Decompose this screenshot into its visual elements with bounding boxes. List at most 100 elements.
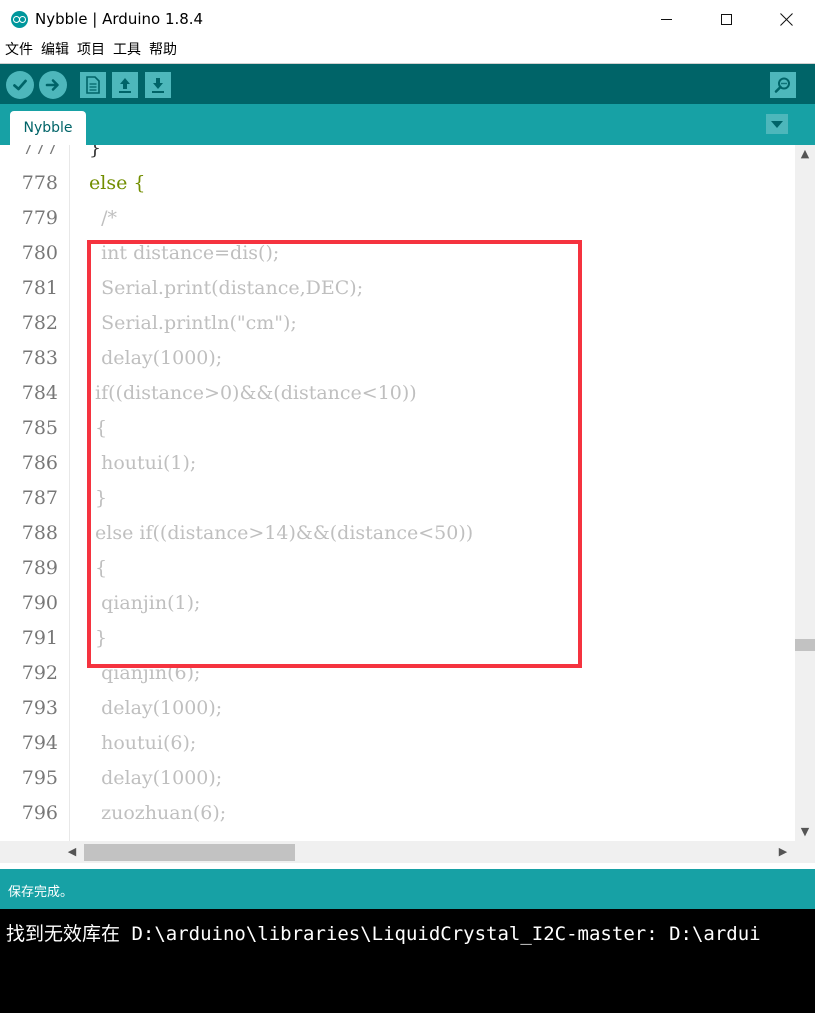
- serial-monitor-icon: [774, 77, 790, 93]
- verify-icon: [13, 79, 27, 91]
- code-text: houtui(6);: [89, 732, 197, 754]
- console-line: 找到无效库在 D:\arduino\libraries\LiquidCrysta…: [6, 923, 761, 945]
- serial-monitor-button[interactable]: [770, 72, 796, 98]
- line-number: 795: [21, 767, 58, 789]
- line-number: 782: [21, 312, 58, 334]
- code-text: qianjin(1);: [89, 592, 201, 614]
- line-number: 781: [21, 277, 58, 299]
- code-line: 792 qianjin(6);: [0, 656, 795, 691]
- code-text: qianjin(6);: [89, 662, 201, 684]
- code-line: 783 delay(1000);: [0, 341, 795, 376]
- scroll-left-icon[interactable]: ◀: [62, 841, 82, 863]
- line-number: 786: [21, 452, 58, 474]
- code-editor[interactable]: 777} 778 else {779 /* 780 int distance=dis(…: [0, 145, 795, 841]
- status-message: 保存完成。: [8, 885, 74, 900]
- menu-edit[interactable]: 编辑: [41, 38, 69, 63]
- save-button[interactable]: [145, 72, 171, 98]
- line-number: 780: [21, 242, 58, 264]
- horizontal-scroll-thumb[interactable]: [84, 844, 295, 861]
- line-number: 777: [21, 145, 58, 159]
- code-text: /*: [89, 207, 117, 229]
- code-text: delay(1000);: [89, 347, 223, 369]
- arduino-logo-icon: [11, 11, 28, 28]
- scroll-up-icon[interactable]: ▲: [795, 145, 815, 163]
- tab-bar: Nybble: [0, 104, 815, 145]
- line-number: 791: [21, 627, 58, 649]
- vertical-scrollbar[interactable]: ▲ ▼: [795, 145, 815, 841]
- code-text: else {: [89, 172, 146, 194]
- code-line: 794 houtui(6);: [0, 726, 795, 761]
- code-text: {: [89, 417, 108, 439]
- scroll-down-icon[interactable]: ▼: [795, 823, 815, 841]
- code-line: 787 }: [0, 481, 795, 516]
- close-button[interactable]: [757, 0, 815, 38]
- line-number: 787: [21, 487, 58, 509]
- code-line: 786 houtui(1);: [0, 446, 795, 481]
- code-line: 784 if((distance>0)&&(distance<10)): [0, 376, 795, 411]
- window-title: Nybble | Arduino 1.8.4: [35, 10, 204, 28]
- chevron-down-icon: [771, 120, 783, 128]
- code-line: 780 int distance=dis();: [0, 236, 795, 271]
- code-line: 790 qianjin(1);: [0, 586, 795, 621]
- console-output[interactable]: 找到无效库在 D:\arduino\libraries\LiquidCrysta…: [0, 909, 815, 1013]
- code-line: 791 }: [0, 621, 795, 656]
- code-text: houtui(1);: [89, 452, 197, 474]
- vertical-scroll-thumb[interactable]: [795, 639, 815, 651]
- code-line: 795 delay(1000);: [0, 761, 795, 796]
- title-bar: Nybble | Arduino 1.8.4: [0, 0, 815, 38]
- maximize-icon: [720, 13, 732, 25]
- code-line: 789 {: [0, 551, 795, 586]
- line-number: 790: [21, 592, 58, 614]
- code-text: {: [89, 557, 108, 579]
- new-icon: [86, 76, 100, 94]
- toolbar: [0, 63, 815, 104]
- menu-sketch[interactable]: 项目: [77, 38, 105, 63]
- verify-button[interactable]: [6, 71, 34, 99]
- code-line: 779 /*: [0, 201, 795, 236]
- line-number: 793: [21, 697, 58, 719]
- code-line: 782 Serial.println("cm");: [0, 306, 795, 341]
- code-text: delay(1000);: [89, 697, 223, 719]
- menu-help[interactable]: 帮助: [149, 38, 177, 63]
- maximize-button[interactable]: [697, 0, 755, 38]
- close-icon: [780, 13, 793, 26]
- open-button[interactable]: [112, 72, 138, 98]
- code-text: Serial.print(distance,DEC);: [89, 277, 364, 299]
- code-text: else if((distance>14)&&(distance<50)): [89, 522, 474, 544]
- save-icon: [152, 78, 164, 93]
- minimize-icon: [660, 18, 672, 20]
- minimize-button[interactable]: [637, 0, 695, 38]
- code-text: }: [89, 145, 102, 159]
- upload-button[interactable]: [39, 71, 67, 99]
- code-line: 785 {: [0, 411, 795, 446]
- menu-bar: 文件 编辑 项目 工具 帮助: [0, 38, 815, 63]
- code-text: int distance=dis();: [89, 242, 280, 264]
- code-line: 777}: [0, 145, 795, 166]
- line-number: 784: [21, 382, 58, 404]
- line-number: 792: [21, 662, 58, 684]
- tab-nybble[interactable]: Nybble: [10, 111, 86, 145]
- scroll-right-icon[interactable]: ▶: [773, 841, 793, 863]
- line-number: 789: [21, 557, 58, 579]
- line-number: 794: [21, 732, 58, 754]
- new-button[interactable]: [80, 72, 106, 98]
- line-number: 796: [21, 802, 58, 824]
- menu-file[interactable]: 文件: [5, 38, 33, 63]
- status-bar: 保存完成。: [0, 869, 815, 909]
- tab-menu-button[interactable]: [766, 114, 788, 134]
- code-line: 788 else if((distance>14)&&(distance<50)…: [0, 516, 795, 551]
- menu-tools[interactable]: 工具: [113, 38, 141, 63]
- code-line: 793 delay(1000);: [0, 691, 795, 726]
- line-number: 785: [21, 417, 58, 439]
- line-number: 779: [21, 207, 58, 229]
- open-icon: [119, 78, 131, 93]
- line-number: 788: [21, 522, 58, 544]
- code-text: Serial.println("cm");: [89, 312, 297, 334]
- code-text: delay(1000);: [89, 767, 223, 789]
- code-line: 778 else {: [0, 166, 795, 201]
- horizontal-scrollbar[interactable]: ◀ ▶: [0, 841, 815, 863]
- upload-icon: [45, 79, 59, 91]
- code-line: 796 zuozhuan(6);: [0, 796, 795, 831]
- code-text: }: [89, 627, 108, 649]
- code-text: }: [89, 487, 108, 509]
